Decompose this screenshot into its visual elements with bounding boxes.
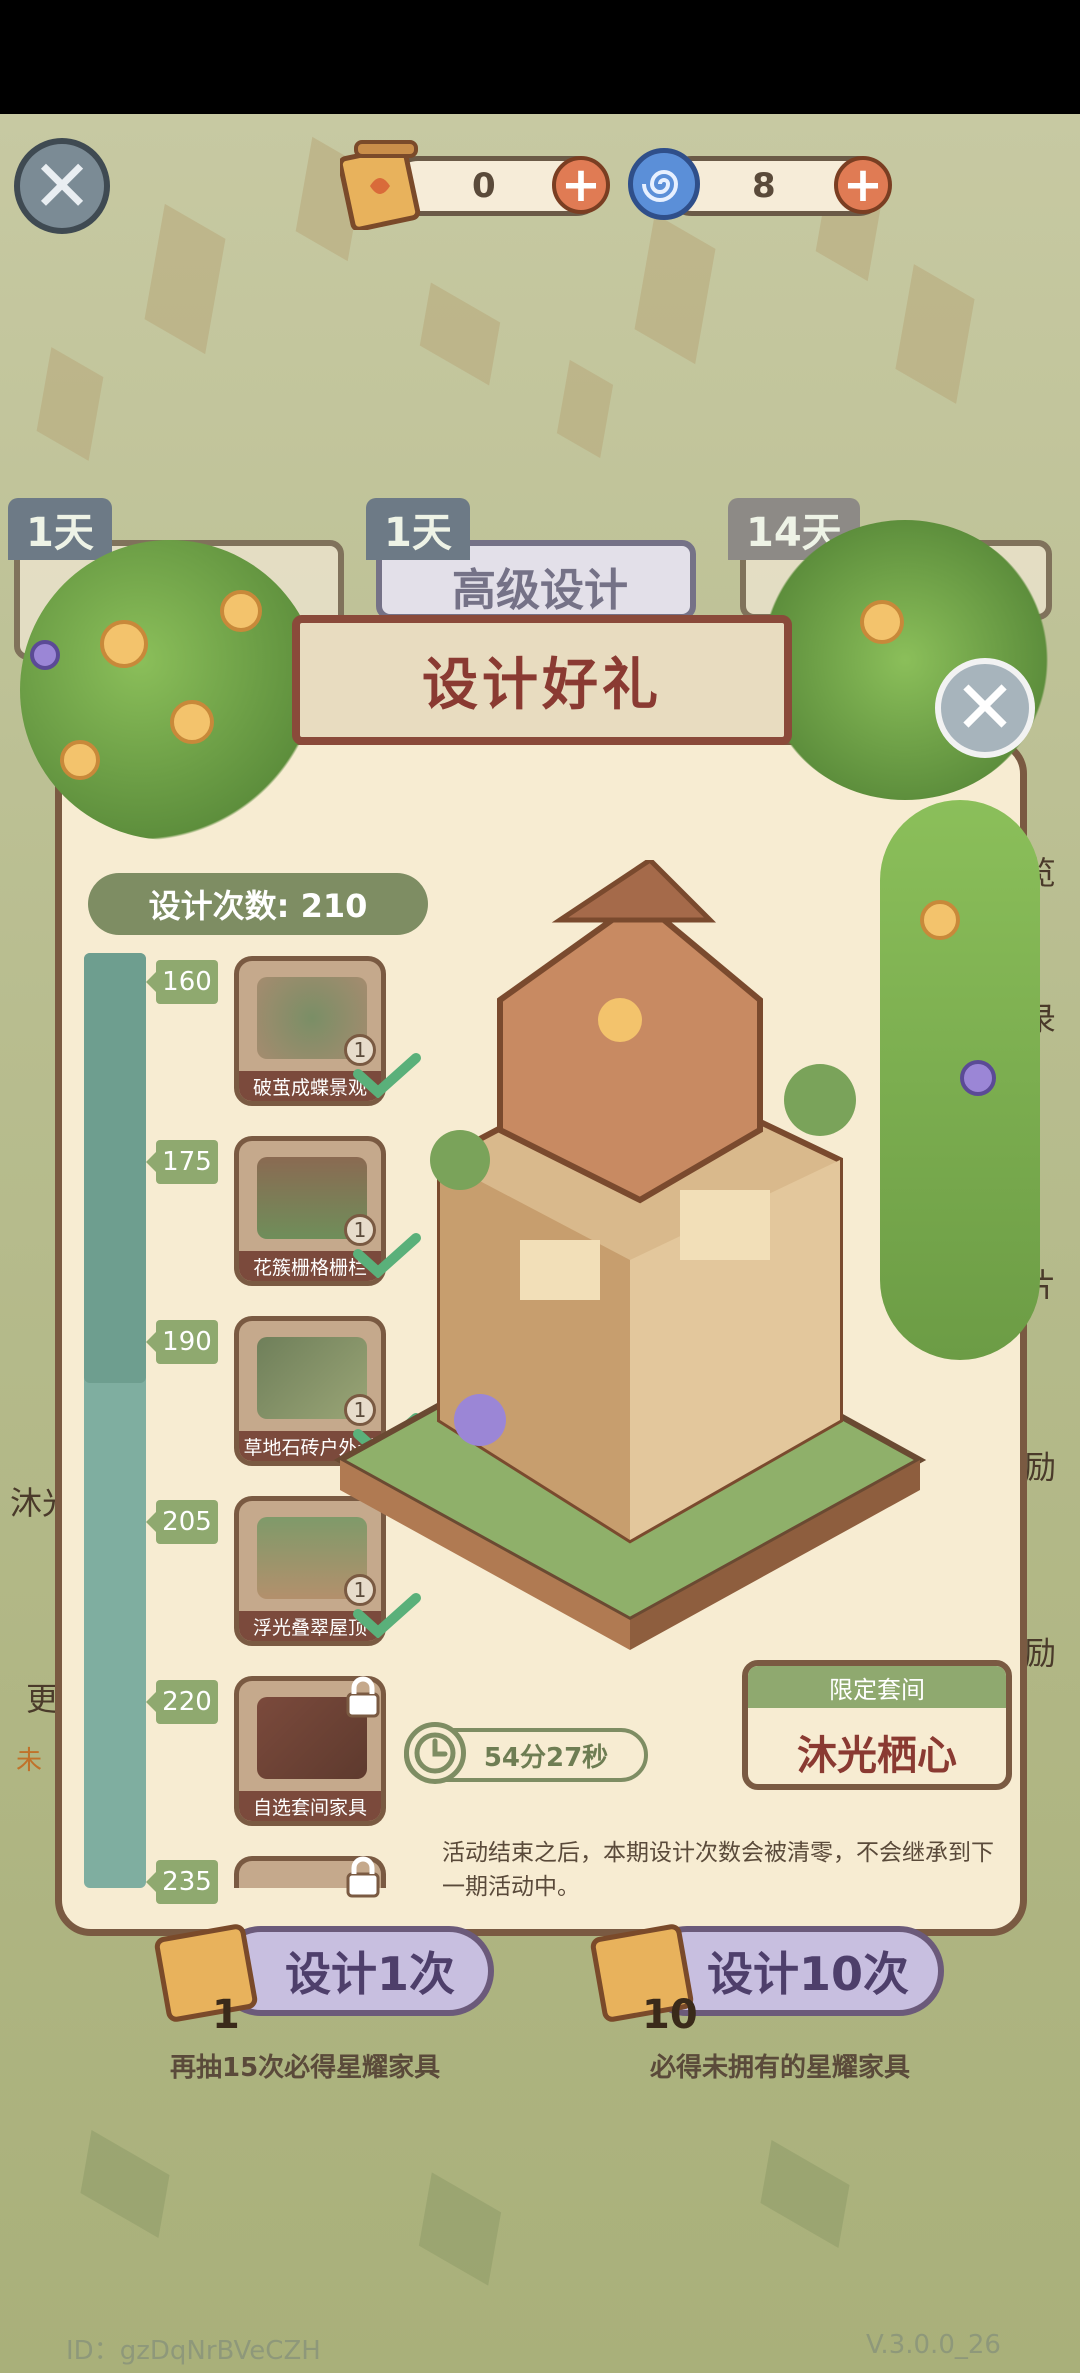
bg-tab-day-1: 1天 xyxy=(8,498,112,560)
floral-decoration xyxy=(760,520,1050,800)
event-notice: 活动结束之后，本期设计次数会被清零，不会继承到下一期活动中。 xyxy=(442,1840,994,1900)
milestone-value: 175 xyxy=(146,1140,218,1184)
flower xyxy=(170,700,214,744)
spiral-count: 8 xyxy=(752,166,776,206)
design-ten-label: 设计10次 xyxy=(706,1947,909,2001)
flower xyxy=(60,740,100,780)
design-once-button[interactable]: 设计1次 xyxy=(216,1926,494,2016)
bg-tab-label: 高级设计 xyxy=(452,565,628,616)
clock-icon xyxy=(404,1722,466,1784)
flower xyxy=(220,590,262,632)
bg-diamond xyxy=(760,2140,850,2248)
close-button[interactable]: ✕ xyxy=(14,138,110,234)
ticket-icon xyxy=(340,138,424,230)
flower xyxy=(960,1060,996,1096)
bg-diamond xyxy=(634,213,716,365)
bg-side-label: 未 xyxy=(16,1746,43,1776)
panel-title-plate: 设计好礼 xyxy=(292,615,792,745)
floral-decoration xyxy=(20,540,320,840)
design-once-hint: 再抽15次必得星耀家具 xyxy=(170,2053,441,2083)
add-spiral-button[interactable]: + xyxy=(834,156,892,214)
bg-diamond xyxy=(80,2130,170,2238)
lock-icon xyxy=(346,1676,380,1718)
design-ten-hint: 必得未拥有的星耀家具 xyxy=(650,2053,911,2083)
bg-diamond xyxy=(895,264,975,404)
flower xyxy=(100,620,148,668)
milestone-value: 205 xyxy=(146,1500,218,1544)
bg-side-label: 更 xyxy=(26,1680,59,1718)
timer-text: 54分27秒 xyxy=(483,1742,609,1773)
plus-icon: + xyxy=(560,157,602,213)
close-panel-button[interactable]: ✕ xyxy=(935,658,1035,758)
suite-house-illustration xyxy=(333,860,927,1650)
milestone-value: 235 xyxy=(146,1860,218,1904)
close-icon: ✕ xyxy=(31,144,93,228)
bg-diamond xyxy=(36,347,104,461)
flower xyxy=(860,600,904,644)
design-ten-cost: 10 xyxy=(642,1992,698,2038)
design-once-cost: 1 xyxy=(212,1992,240,2038)
panel-title: 设计好礼 xyxy=(422,652,662,718)
progress-fill xyxy=(84,953,146,1383)
player-id: ID：gzDqNrBVeCZH xyxy=(66,2336,321,2366)
bg-diamond xyxy=(419,282,501,386)
design-once-label: 设计1次 xyxy=(284,1947,455,2001)
close-icon: ✕ xyxy=(953,665,1016,751)
bg-side-label: 励 xyxy=(1024,1634,1057,1672)
bg-side-label: 励 xyxy=(1024,1448,1057,1486)
reward-label: 自选套间家具 xyxy=(239,1791,381,1821)
bg-diamond xyxy=(144,203,226,355)
spiral-icon xyxy=(628,148,700,220)
milestone-value: 160 xyxy=(146,960,218,1004)
milestone-value: 220 xyxy=(146,1680,218,1724)
milestone-value: 190 xyxy=(146,1320,218,1364)
add-ticket-button[interactable]: + xyxy=(552,156,610,214)
bg-tab-day-2: 1天 xyxy=(366,498,470,560)
ticket-icon xyxy=(153,1922,259,2024)
flower xyxy=(30,640,60,670)
suite-tag: 限定套间 xyxy=(748,1666,1006,1708)
lock-icon xyxy=(346,1856,380,1898)
plus-icon: + xyxy=(842,157,884,213)
bg-diamond xyxy=(556,359,614,459)
suite-name: 沐光栖心 xyxy=(797,1733,957,1779)
ticket-count: 0 xyxy=(472,166,496,206)
limited-suite-card[interactable]: 限定套间 沐光栖心 xyxy=(742,1660,1012,1790)
version-label: V.3.0.0_26 xyxy=(866,2330,1001,2360)
bg-diamond xyxy=(418,2172,502,2286)
